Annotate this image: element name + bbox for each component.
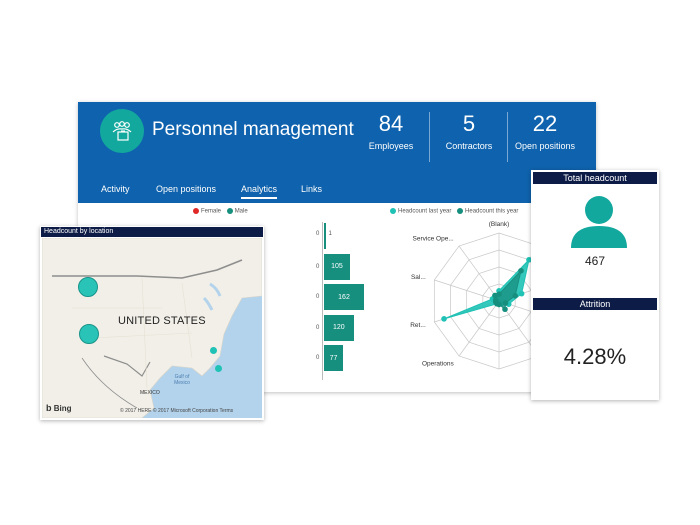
- tab-activity[interactable]: Activity: [101, 184, 130, 197]
- total-headcount-value: 467: [584, 254, 606, 268]
- headcount-card: Total headcount 467 Attrition 4.28%: [531, 170, 659, 400]
- male-legend-dot: [226, 208, 233, 214]
- bar-value-label: 120: [332, 324, 345, 331]
- stat-divider: [429, 112, 430, 162]
- last-year-legend-label: Headcount last year: [398, 208, 452, 215]
- bar-value-label: 1: [328, 231, 332, 237]
- female-legend-dot: [193, 208, 199, 214]
- radar-point[interactable]: [492, 292, 498, 299]
- bar-value-label: 105: [331, 263, 343, 270]
- stat-label: Employees: [368, 141, 414, 151]
- stat-value: 22: [532, 111, 558, 136]
- radar-legend: Headcount last year Headcount this year: [390, 208, 518, 215]
- radar-axis-label: (Blank): [489, 221, 510, 228]
- headcount-map[interactable]: UNITED STATES Gulf of Mexico MEXICO b Bi…: [42, 238, 262, 418]
- stat-divider: [507, 112, 508, 162]
- stat-label: Contractors: [445, 141, 493, 151]
- map-card: Headcount by location UNITED STATES Gulf…: [40, 226, 264, 420]
- total-headcount-title: Total headcount: [533, 172, 657, 184]
- bar-category-label: 0: [316, 324, 320, 331]
- bar-axis-line: [322, 222, 323, 380]
- stat-contractors: 5 Contractors: [441, 110, 497, 151]
- radar-point[interactable]: [502, 306, 508, 313]
- bar[interactable]: [324, 223, 326, 249]
- bar-category-label: 0: [316, 231, 320, 237]
- radar-point[interactable]: [512, 292, 518, 299]
- stat-open-positions: 22 Open positions: [515, 110, 575, 151]
- stat-value: 84: [378, 111, 404, 136]
- map-copyright: © 2017 HERE © 2017 Microsoft Corporation…: [120, 408, 234, 414]
- radar-point[interactable]: [502, 300, 509, 306]
- headcount-bar-chart: 0 1 0 105 0 162 0 120 0 77: [310, 220, 370, 385]
- location-bubble[interactable]: [79, 324, 99, 344]
- radar-point[interactable]: [518, 290, 525, 297]
- app-header: Personnel management 84 Employees 5 Cont…: [78, 102, 596, 203]
- bar[interactable]: 105: [324, 253, 350, 280]
- bing-label: Bing: [53, 404, 72, 413]
- country-label: UNITED STATES: [118, 315, 206, 327]
- location-bubble[interactable]: [210, 347, 217, 354]
- last-year-legend-dot: [390, 208, 396, 214]
- radar-point[interactable]: [441, 316, 447, 322]
- tab-analytics[interactable]: Analytics: [241, 184, 278, 199]
- people-badge-icon: [100, 109, 144, 153]
- page-title: Personnel management: [152, 119, 354, 140]
- stat-label: Open positions: [515, 141, 576, 151]
- bar[interactable]: 77: [324, 345, 343, 371]
- bar-category-label: 0: [316, 294, 320, 300]
- radar-axis-label: Ret...: [410, 322, 426, 329]
- bar-value-label: 77: [329, 354, 338, 362]
- bar-category-label: 0: [316, 355, 320, 361]
- bing-icon: b: [46, 403, 52, 413]
- person-icon: [571, 196, 627, 248]
- radar-point[interactable]: [518, 267, 524, 274]
- radar-axis-label: Service Ope...: [413, 236, 454, 243]
- bar-value-label: 162: [338, 293, 350, 301]
- radar-axis-label: Operations: [422, 360, 455, 367]
- bar-category-label: 0: [316, 263, 320, 270]
- tab-bar: Activity Open positions Analytics Links: [78, 184, 596, 203]
- tab-open-positions[interactable]: Open positions: [156, 184, 216, 197]
- radar-axis-line: [458, 245, 500, 302]
- bing-logo: b Bing: [46, 403, 72, 413]
- map-title: Headcount by location: [41, 227, 263, 237]
- tab-links[interactable]: Links: [301, 184, 322, 197]
- location-bubble[interactable]: [215, 365, 222, 372]
- attrition-value: 4.28%: [563, 344, 627, 369]
- mexico-label: MEXICO: [140, 390, 160, 396]
- stat-employees: 84 Employees: [363, 110, 419, 151]
- this-year-legend-label: Headcount this year: [465, 208, 519, 215]
- female-legend-label: Female: [201, 208, 222, 215]
- gender-legend: Female Male: [193, 208, 248, 215]
- this-year-legend-dot: [457, 208, 464, 214]
- stat-value: 5: [462, 111, 476, 136]
- radar-axis-label: Sal...: [411, 274, 426, 281]
- gulf-label: Gulf of Mexico: [174, 374, 190, 386]
- bar[interactable]: 120: [324, 314, 354, 341]
- location-bubble[interactable]: [78, 277, 98, 297]
- bar[interactable]: 162: [324, 284, 364, 310]
- attrition-title: Attrition: [533, 298, 657, 310]
- male-legend-label: Male: [234, 208, 248, 215]
